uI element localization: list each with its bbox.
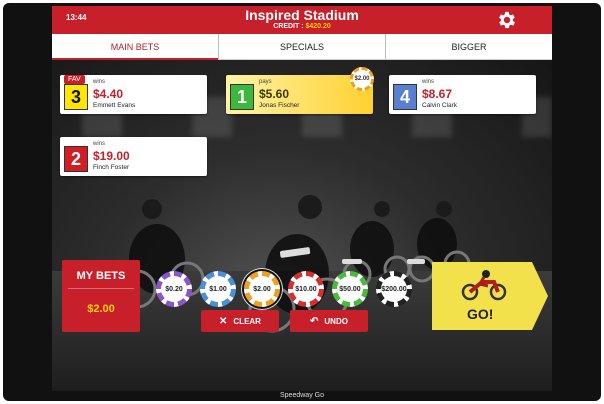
clear-button[interactable]: ✕ CLEAR: [201, 310, 279, 332]
bet-odds: $8.67: [422, 87, 453, 101]
bet-tabs: MAIN BETS SPECIALS BIGGER: [52, 34, 552, 60]
bet-odds: $4.40: [93, 87, 124, 101]
chip-value: $1.00: [205, 276, 231, 302]
bet-type-label: wins: [93, 141, 106, 147]
rider-number-box: 1: [230, 84, 254, 110]
bet-type-label: wins: [93, 79, 106, 85]
go-button[interactable]: GO!: [432, 262, 548, 330]
chip-10-00[interactable]: $10.00: [288, 271, 324, 307]
game-name-footer: Speedway Go: [280, 392, 324, 399]
rider-number-box: 3: [64, 84, 88, 110]
chip-value: $50.00: [337, 276, 363, 302]
credit-display: CREDIT : $420.20: [52, 23, 552, 30]
rider-name: Jonas Fischer: [259, 102, 300, 109]
my-bets-title: MY BETS: [76, 270, 126, 282]
credit-value: $420.20: [305, 23, 331, 30]
top-bar: 13:44 Inspired Stadium CREDIT : $420.20: [52, 6, 552, 34]
undo-label: UNDO: [324, 316, 348, 326]
game-screen: 13:44 Inspired Stadium CREDIT : $420.20 …: [52, 6, 552, 391]
chip-value: $2.00: [249, 276, 275, 302]
close-icon: ✕: [219, 315, 228, 327]
undo-icon: ↶: [310, 315, 319, 327]
chip-2-00[interactable]: $2.00: [244, 271, 280, 307]
tab-bigger[interactable]: BIGGER: [385, 34, 552, 59]
my-bets-total: $2.00: [87, 303, 115, 315]
bet-type-label: pays: [259, 79, 272, 85]
bet-type-label: wins: [422, 79, 435, 85]
rider-number-box: 4: [393, 84, 417, 110]
placed-stake-chip: $2.00: [350, 67, 374, 91]
tab-main-bets[interactable]: MAIN BETS: [52, 34, 218, 60]
chip-200-00[interactable]: $200.00: [376, 271, 412, 307]
chip-50-00[interactable]: $50.00: [332, 271, 368, 307]
stadium-title: Inspired Stadium: [245, 7, 359, 23]
clear-label: CLEAR: [233, 316, 261, 326]
chip-1-00[interactable]: $1.00: [200, 271, 236, 307]
gear-icon[interactable]: [496, 9, 518, 31]
bet-card-rider-2[interactable]: 2 wins $19.00 Finch Foster: [60, 137, 207, 176]
tab-specials[interactable]: SPECIALS: [218, 34, 385, 59]
chip-value: $200.00: [381, 276, 407, 302]
bet-card-rider-3[interactable]: 3 wins $4.40 Emmett Evans FAV: [60, 75, 207, 114]
rider-name: Finch Foster: [93, 164, 130, 171]
favourite-badge: FAV: [64, 75, 85, 84]
undo-button[interactable]: ↶ UNDO: [290, 310, 368, 332]
divider: [68, 288, 134, 289]
chip-value: $0.20: [161, 276, 187, 302]
my-bets-panel[interactable]: MY BETS $2.00: [62, 260, 140, 332]
credit-label: CREDIT :: [273, 23, 306, 30]
chip-value: $10.00: [293, 276, 319, 302]
rider-name: Calvin Clark: [422, 102, 458, 109]
go-label: GO!: [467, 306, 494, 322]
bet-odds: $19.00: [93, 149, 130, 163]
rider-number-box: 2: [64, 146, 88, 172]
bet-odds: $5.60: [259, 87, 290, 101]
rider-name: Emmett Evans: [93, 102, 136, 109]
bet-card-rider-4[interactable]: 4 wins $8.67 Calvin Clark: [389, 75, 536, 114]
chip-0-20[interactable]: $0.20: [156, 271, 192, 307]
